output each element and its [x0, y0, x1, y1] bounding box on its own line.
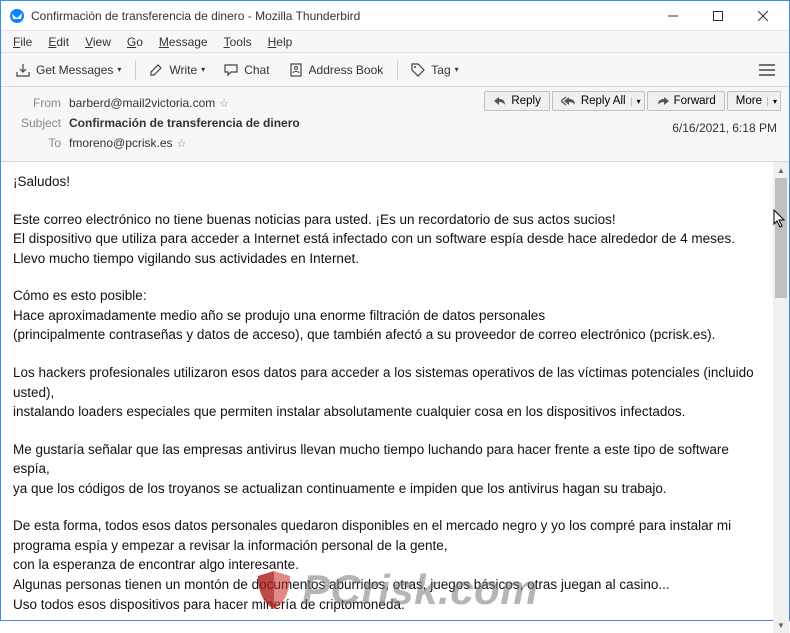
reply-button[interactable]: Reply — [484, 91, 549, 111]
menu-edit[interactable]: Edit — [40, 33, 77, 51]
scroll-thumb[interactable] — [775, 178, 787, 298]
tag-button[interactable]: Tag ▾ — [402, 58, 466, 82]
subject-row: Subject Confirmación de transferencia de… — [1, 113, 789, 133]
window-title: Confirmación de transferencia de dinero … — [31, 9, 650, 23]
reply-label: Reply — [511, 95, 540, 107]
reply-arrow-icon — [493, 95, 507, 107]
window-controls — [650, 1, 785, 30]
minimize-button[interactable] — [650, 1, 695, 30]
vertical-scrollbar[interactable]: ▲ ▼ — [773, 162, 789, 633]
body-paragraph: ¡Saludos! — [13, 172, 761, 192]
chevron-down-icon: ▾ — [201, 65, 205, 74]
reply-all-button[interactable]: Reply All ▾ — [552, 91, 645, 111]
to-row: To fmoreno@pcrisk.es☆ — [1, 133, 789, 153]
tag-label: Tag — [431, 63, 450, 77]
body-paragraph: De esta forma, todos esos datos personal… — [13, 516, 761, 614]
body-paragraph: Cómo es esto posible: Hace aproximadamen… — [13, 286, 761, 345]
forward-label: Forward — [674, 95, 716, 107]
to-label: To — [11, 136, 61, 150]
chevron-down-icon[interactable]: ▾ — [767, 97, 777, 106]
hamburger-icon — [759, 63, 775, 77]
pencil-icon — [148, 62, 164, 78]
message-body[interactable]: ¡Saludos! Este correo electrónico no tie… — [1, 162, 773, 633]
subject-value: Confirmación de transferencia de dinero — [69, 116, 300, 130]
action-bar: Reply Reply All ▾ Forward More ▾ — [484, 91, 781, 111]
toolbar-separator — [135, 60, 136, 80]
titlebar: Confirmación de transferencia de dinero … — [1, 1, 789, 31]
subject-label: Subject — [11, 116, 61, 130]
toolbar-separator — [397, 60, 398, 80]
message-body-container: ¡Saludos! Este correo electrónico no tie… — [1, 162, 789, 633]
address-book-icon — [288, 62, 304, 78]
menu-message[interactable]: Message — [151, 33, 216, 51]
from-label: From — [11, 96, 61, 110]
star-icon[interactable]: ☆ — [219, 97, 229, 110]
toolbar: Get Messages ▾ Write ▾ Chat Address Book… — [1, 53, 789, 87]
menu-view[interactable]: View — [77, 33, 119, 51]
chat-bubble-icon — [223, 62, 239, 78]
reply-all-label: Reply All — [581, 95, 626, 107]
inbox-download-icon — [15, 62, 31, 78]
body-paragraph: Me gustaría señalar que las empresas ant… — [13, 440, 761, 499]
write-label: Write — [169, 63, 197, 77]
from-value[interactable]: barberd@mail2victoria.com☆ — [69, 96, 229, 110]
maximize-button[interactable] — [695, 1, 740, 30]
star-icon[interactable]: ☆ — [177, 137, 187, 150]
message-header: Reply Reply All ▾ Forward More ▾ From ba… — [1, 87, 789, 162]
tag-icon — [410, 62, 426, 78]
address-book-label: Address Book — [309, 63, 384, 77]
menubar: File Edit View Go Message Tools Help — [1, 31, 789, 53]
close-button[interactable] — [740, 1, 785, 30]
chevron-down-icon: ▾ — [455, 65, 459, 74]
more-label: More — [736, 95, 762, 107]
reply-all-arrow-icon — [561, 95, 577, 107]
menu-help[interactable]: Help — [260, 33, 301, 51]
menu-tools[interactable]: Tools — [216, 33, 260, 51]
scroll-up-arrow-icon[interactable]: ▲ — [773, 162, 789, 178]
more-button[interactable]: More ▾ — [727, 91, 781, 111]
address-book-button[interactable]: Address Book — [280, 58, 392, 82]
menu-go[interactable]: Go — [119, 33, 151, 51]
date-value: 6/16/2021, 6:18 PM — [672, 121, 777, 135]
menu-file[interactable]: File — [5, 33, 40, 51]
chevron-down-icon[interactable]: ▾ — [631, 97, 641, 106]
chat-button[interactable]: Chat — [215, 58, 277, 82]
body-paragraph: Este correo electrónico no tiene buenas … — [13, 210, 761, 269]
get-messages-label: Get Messages — [36, 63, 113, 77]
forward-arrow-icon — [656, 95, 670, 107]
to-value[interactable]: fmoreno@pcrisk.es☆ — [69, 136, 186, 150]
write-button[interactable]: Write ▾ — [140, 58, 213, 82]
app-menu-button[interactable] — [751, 59, 783, 81]
chevron-down-icon: ▾ — [117, 65, 121, 74]
get-messages-button[interactable]: Get Messages ▾ — [7, 58, 129, 82]
chat-label: Chat — [244, 63, 269, 77]
scroll-down-arrow-icon[interactable]: ▼ — [773, 617, 789, 633]
body-paragraph: Los hackers profesionales utilizaron eso… — [13, 363, 761, 422]
thunderbird-icon — [9, 8, 25, 24]
forward-button[interactable]: Forward — [647, 91, 725, 111]
